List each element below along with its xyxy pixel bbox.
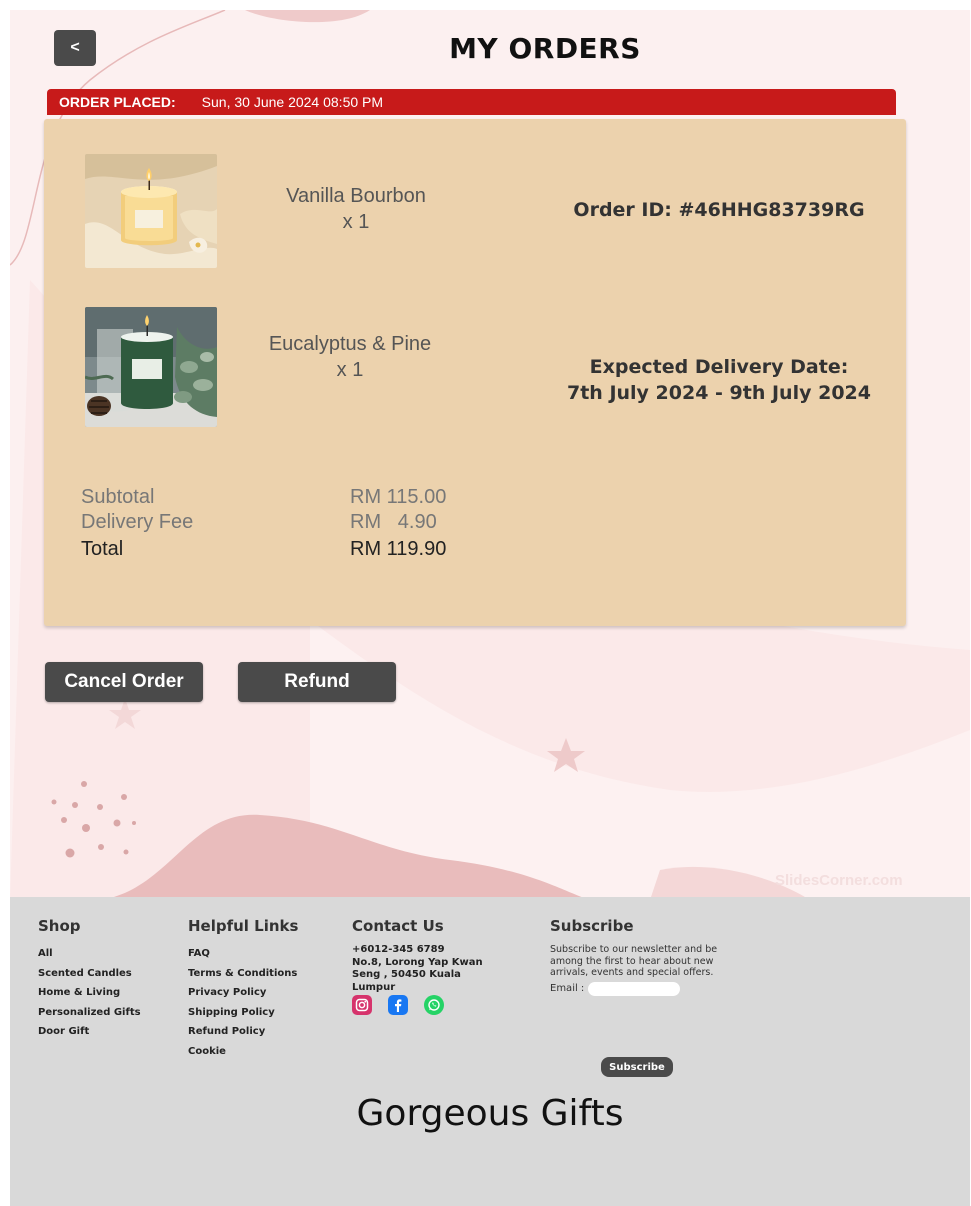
page: < MY ORDERS ORDER PLACED: Sun, 30 June 2… <box>10 10 970 1206</box>
subtotal-value: RM 115.00 <box>350 486 447 508</box>
order-id: Order ID: #46HHG83739RG <box>573 199 865 221</box>
footer-link-door-gift[interactable]: Door Gift <box>38 1022 141 1042</box>
cancel-order-button[interactable]: Cancel Order <box>45 662 203 702</box>
footer-link-scented-candles[interactable]: Scented Candles <box>38 964 141 984</box>
footer-helpful-title: Helpful Links <box>188 917 299 935</box>
subscribe-description: Subscribe to our newsletter and be among… <box>550 944 718 978</box>
page-title: MY ORDERS <box>449 32 641 65</box>
delivery-fee-label: Delivery Fee <box>81 511 194 533</box>
item-vanilla-bourbon: Vanilla Bourbon x 1 <box>246 183 466 235</box>
order-card: Vanilla Bourbon x 1 Eucalyptus & Pine x … <box>44 119 906 626</box>
item-name: Vanilla Bourbon <box>286 185 426 207</box>
delivery-label: Expected Delivery Date: <box>589 356 849 378</box>
eucalyptus-candle-image <box>85 307 217 427</box>
footer-link-refund[interactable]: Refund Policy <box>188 1022 298 1042</box>
total-value: RM 119.90 <box>350 538 447 560</box>
whatsapp-icon[interactable] <box>424 995 444 1015</box>
footer-shop-title: Shop <box>38 917 81 935</box>
expected-delivery: Expected Delivery Date: 7th July 2024 - … <box>549 354 889 406</box>
item-quantity: x 1 <box>342 211 370 233</box>
footer-helpful-links: Helpful Links FAQ Terms & Conditions Pri… <box>188 917 298 1061</box>
footer-contact-title: Contact Us <box>352 917 444 935</box>
order-placed-bar: ORDER PLACED: Sun, 30 June 2024 08:50 PM <box>47 89 896 115</box>
footer-link-home-living[interactable]: Home & Living <box>38 983 141 1003</box>
social-links <box>352 995 492 1015</box>
footer: Shop All Scented Candles Home & Living P… <box>10 897 970 1206</box>
refund-button[interactable]: Refund <box>238 662 396 702</box>
email-row: Email : <box>550 981 735 996</box>
footer-link-personalized-gifts[interactable]: Personalized Gifts <box>38 1003 141 1023</box>
facebook-icon[interactable] <box>388 995 408 1015</box>
footer-subscribe: Subscribe Subscribe to our newsletter an… <box>550 917 735 1077</box>
footer-link-terms[interactable]: Terms & Conditions <box>188 964 298 984</box>
total-label: Total <box>81 538 124 560</box>
vanilla-candle-image <box>85 154 217 268</box>
delivery-date-range: 7th July 2024 - 9th July 2024 <box>567 382 871 404</box>
footer-link-all[interactable]: All <box>38 944 141 964</box>
email-input[interactable] <box>588 981 681 996</box>
instagram-icon[interactable] <box>352 995 372 1015</box>
subscribe-button[interactable]: Subscribe <box>601 1057 673 1077</box>
item-name: Eucalyptus & Pine <box>268 333 432 355</box>
footer-contact: Contact Us +6012-345 6789 No.8, Lorong Y… <box>352 917 492 1015</box>
contact-phone: +6012-345 6789 <box>352 944 445 955</box>
footer-link-shipping[interactable]: Shipping Policy <box>188 1003 298 1023</box>
footer-link-faq[interactable]: FAQ <box>188 944 298 964</box>
item-quantity: x 1 <box>336 359 364 381</box>
footer-shop: Shop All Scented Candles Home & Living P… <box>38 917 141 1042</box>
order-placed-date: Sun, 30 June 2024 08:50 PM <box>201 94 384 110</box>
footer-link-cookie[interactable]: Cookie <box>188 1042 298 1062</box>
brand-name: Gorgeous Gifts <box>356 1093 624 1134</box>
footer-link-privacy[interactable]: Privacy Policy <box>188 983 298 1003</box>
footer-subscribe-title: Subscribe <box>550 917 634 935</box>
subtotal-label: Subtotal <box>81 486 155 508</box>
item-eucalyptus-pine: Eucalyptus & Pine x 1 <box>240 331 460 383</box>
delivery-fee-value: RM 4.90 <box>350 511 437 533</box>
watermark: SlidesCorner.com <box>775 872 903 889</box>
order-placed-label: ORDER PLACED: <box>59 94 176 110</box>
contact-address: No.8, Lorong Yap Kwan Seng , 50450 Kuala… <box>352 956 483 993</box>
email-label: Email : <box>550 983 585 994</box>
